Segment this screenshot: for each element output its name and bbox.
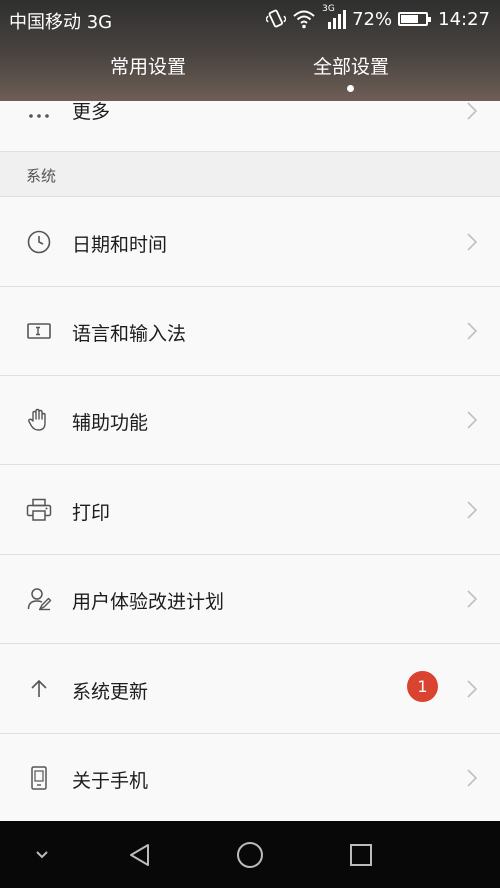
settings-item-label: 关于手机: [72, 770, 149, 792]
settings-item-system-update[interactable]: 系统更新 1: [0, 644, 500, 734]
battery-fill: [401, 15, 419, 23]
settings-item-label: 日期和时间: [72, 234, 168, 256]
settings-item-label: 系统更新: [72, 681, 149, 703]
chevron-right-icon: [467, 102, 478, 120]
settings-item-about-phone[interactable]: 关于手机: [0, 734, 500, 821]
settings-item-date-time[interactable]: 日期和时间: [0, 197, 500, 287]
hand-icon: [28, 408, 46, 431]
navigation-bar: [0, 821, 500, 888]
settings-item-print[interactable]: 打印: [0, 465, 500, 555]
settings-item-label: 用户体验改进计划: [72, 591, 225, 613]
chevron-right-icon: [467, 590, 478, 608]
settings-list: 更多 系统 日期和时间 语言和输入法 辅助功能 打印 用户体验改进计划 系统更新…: [0, 101, 500, 821]
arrow-up-icon: [31, 679, 47, 697]
tab-common-settings[interactable]: 常用设置: [110, 52, 186, 79]
settings-item-label: 更多: [72, 101, 111, 123]
wifi-icon: [293, 10, 315, 29]
update-count-badge: 1: [407, 671, 438, 702]
more-dots-icon: [29, 114, 49, 118]
battery-icon: [398, 12, 432, 26]
printer-icon: [26, 498, 52, 521]
keyboard-icon: [27, 323, 51, 339]
chevron-right-icon: [467, 322, 478, 340]
settings-item-label: 辅助功能: [72, 412, 149, 434]
section-title: 系统: [26, 167, 57, 185]
settings-item-more[interactable]: 更多: [0, 101, 500, 152]
home-icon: [237, 841, 263, 868]
chevron-right-icon: [467, 233, 478, 251]
settings-item-user-experience[interactable]: 用户体验改进计划: [0, 555, 500, 644]
chevron-right-icon: [467, 411, 478, 429]
hide-nav-button[interactable]: [22, 821, 62, 888]
chevron-right-icon: [467, 769, 478, 787]
back-button[interactable]: [118, 821, 162, 888]
settings-item-label: 打印: [72, 502, 111, 524]
tab-bar: 常用设置 全部设置: [0, 52, 500, 92]
carrier-label: 中国移动 3G: [9, 12, 113, 33]
recents-icon: [350, 843, 372, 866]
chevron-right-icon: [467, 501, 478, 519]
status-bar: 中国移动 3G 3G 72% 14:27: [0, 0, 500, 36]
clock-icon: [27, 230, 51, 254]
signal-icon: 3G: [322, 4, 347, 30]
clock-time: 14:27: [438, 8, 490, 30]
section-header-system: 系统: [0, 152, 500, 197]
vibrate-icon: [266, 9, 287, 28]
settings-item-accessibility[interactable]: 辅助功能: [0, 376, 500, 465]
tab-all-settings[interactable]: 全部设置: [313, 52, 389, 79]
home-button[interactable]: [228, 821, 272, 888]
hide-nav-icon: [36, 850, 48, 858]
battery-percent: 72%: [352, 8, 393, 30]
recents-button[interactable]: [339, 821, 383, 888]
chevron-right-icon: [467, 680, 478, 698]
phone-icon: [31, 766, 47, 790]
settings-item-language-input[interactable]: 语言和输入法: [0, 287, 500, 376]
status-icons: 3G 72% 14:27: [266, 4, 490, 30]
back-icon: [130, 843, 149, 866]
header: 中国移动 3G 3G 72% 14:27 常用设置 全部设置: [0, 0, 500, 101]
user-feedback-icon: [27, 588, 52, 611]
settings-item-label: 语言和输入法: [72, 323, 187, 345]
active-tab-indicator: [347, 85, 354, 92]
